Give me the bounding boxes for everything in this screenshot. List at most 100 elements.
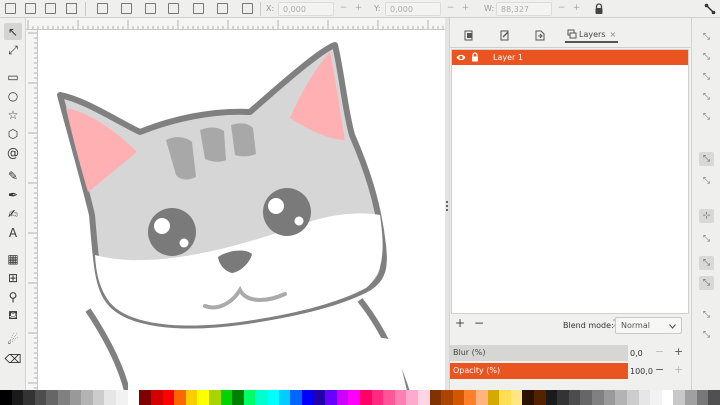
star-tool[interactable]: ☆: [4, 106, 22, 123]
rotate-icon[interactable]: [66, 3, 77, 14]
palette-swatch[interactable]: [69, 390, 82, 405]
layer-name[interactable]: Layer 1: [493, 53, 523, 62]
palette-swatch[interactable]: [475, 390, 488, 405]
selector-tool[interactable]: ↖: [4, 23, 22, 40]
mesh-tool[interactable]: ⊞: [4, 269, 22, 286]
3d-box-tool[interactable]: ⬡: [4, 125, 22, 142]
rotate-cw-icon[interactable]: [121, 3, 132, 14]
x-input[interactable]: 0,000: [278, 2, 334, 16]
snap-centers-icon[interactable]: ⤡: [699, 110, 714, 124]
palette-swatch[interactable]: [592, 390, 604, 405]
palette-swatch[interactable]: [557, 390, 569, 405]
tab-close-icon[interactable]: ×: [609, 30, 616, 39]
palette-swatch[interactable]: [0, 390, 12, 405]
blur-value[interactable]: 0,0: [630, 349, 643, 358]
drawing-canvas[interactable]: [38, 30, 445, 390]
lock-icon[interactable]: [594, 3, 604, 15]
palette-swatch[interactable]: [406, 390, 418, 405]
blend-mode-select[interactable]: Normal: [615, 317, 682, 334]
palette-swatch[interactable]: [464, 390, 476, 405]
palette-swatch[interactable]: [499, 390, 511, 405]
ellipse-tool[interactable]: ○: [4, 87, 22, 104]
palette-swatch[interactable]: [510, 390, 523, 405]
eraser-tool[interactable]: ⌫: [4, 350, 22, 367]
palette-swatch[interactable]: [104, 390, 117, 405]
palette-swatch[interactable]: [325, 390, 337, 405]
w-increment-button[interactable]: +: [572, 3, 581, 13]
tab-document-properties[interactable]: [464, 27, 474, 43]
palette-swatch[interactable]: [150, 390, 163, 405]
remove-layer-button[interactable]: −: [474, 316, 484, 330]
palette-swatch[interactable]: [255, 390, 268, 405]
palette-swatch[interactable]: [545, 390, 558, 405]
select-all-icon[interactable]: [5, 3, 16, 14]
dropper-tool[interactable]: ⚲: [4, 288, 22, 305]
node-tool[interactable]: ⤢: [4, 42, 22, 59]
palette-swatch[interactable]: [243, 390, 256, 405]
rotate-ccw-icon[interactable]: [97, 3, 108, 14]
palette-swatch[interactable]: [603, 390, 616, 405]
rectangle-tool[interactable]: ▭: [4, 68, 22, 85]
palette-swatch[interactable]: [58, 390, 70, 405]
y-input[interactable]: 0,000: [385, 2, 441, 16]
add-layer-button[interactable]: +: [455, 316, 465, 330]
palette-swatch[interactable]: [708, 390, 720, 405]
palette-swatch[interactable]: [673, 390, 685, 405]
lower-icon[interactable]: [217, 3, 228, 14]
snap-guide-icon[interactable]: ⤡: [699, 328, 714, 342]
palette-swatch[interactable]: [81, 390, 93, 405]
text-tool[interactable]: A: [4, 224, 22, 241]
palette-swatch[interactable]: [417, 390, 430, 405]
palette-swatch[interactable]: [92, 390, 105, 405]
palette-swatch[interactable]: [359, 390, 372, 405]
pen-tool[interactable]: ✒: [4, 186, 22, 203]
palette-swatch[interactable]: [684, 390, 697, 405]
visibility-eye-icon[interactable]: [456, 53, 466, 62]
snap-corners-icon[interactable]: ⤡: [699, 70, 714, 84]
palette-swatch[interactable]: [46, 390, 59, 405]
palette-swatch[interactable]: [116, 390, 128, 405]
palette-swatch[interactable]: [487, 390, 500, 405]
layers-list[interactable]: Layer 1: [451, 49, 689, 314]
vertical-ruler[interactable]: [26, 30, 38, 390]
palette-swatch[interactable]: [139, 390, 151, 405]
snap-toggle-icon[interactable]: [704, 3, 716, 15]
snap-nodes-icon[interactable]: ⤡: [699, 152, 714, 166]
gradient-tool[interactable]: ▦: [4, 250, 22, 267]
w-input[interactable]: 88,327: [496, 2, 552, 16]
snap-bbox-icon[interactable]: ⤡: [699, 30, 714, 44]
lower-to-bottom-icon[interactable]: [242, 3, 253, 14]
palette-swatch[interactable]: [267, 390, 279, 405]
blur-slider[interactable]: Blur (%): [450, 345, 628, 361]
flip-horizontal-icon[interactable]: [145, 3, 156, 14]
calligraphy-tool[interactable]: ✍: [4, 205, 22, 222]
palette-swatch[interactable]: [452, 390, 465, 405]
y-decrement-button[interactable]: −: [446, 3, 455, 13]
palette-swatch[interactable]: [23, 390, 35, 405]
layer-lock-icon[interactable]: [471, 52, 479, 62]
palette-swatch[interactable]: [290, 390, 302, 405]
palette-swatch[interactable]: [34, 390, 47, 405]
palette-swatch[interactable]: [429, 390, 442, 405]
snap-grid-icon[interactable]: ⤡: [699, 308, 714, 322]
pencil-tool[interactable]: ✎: [4, 167, 22, 184]
snap-page-icon[interactable]: ⤡: [699, 276, 714, 290]
palette-swatch[interactable]: [197, 390, 209, 405]
layer-row[interactable]: Layer 1: [452, 50, 688, 65]
palette-swatch[interactable]: [220, 390, 233, 405]
deselect-icon[interactable]: [45, 3, 56, 14]
flip-vertical-icon[interactable]: [168, 3, 179, 14]
palette-swatch[interactable]: [522, 390, 535, 405]
blur-decrement-button[interactable]: −: [655, 345, 664, 358]
palette-swatch[interactable]: [278, 390, 291, 405]
palette-swatch[interactable]: [534, 390, 546, 405]
palette-swatch[interactable]: [208, 390, 221, 405]
palette-swatch[interactable]: [696, 390, 709, 405]
palette-swatch[interactable]: [383, 390, 395, 405]
palette-swatch[interactable]: [638, 390, 651, 405]
palette-swatch[interactable]: [626, 390, 639, 405]
x-increment-button[interactable]: +: [354, 3, 363, 13]
y-increment-button[interactable]: +: [461, 3, 470, 13]
paint-bucket-tool[interactable]: ⛾: [4, 307, 22, 324]
palette-swatch[interactable]: [348, 390, 360, 405]
